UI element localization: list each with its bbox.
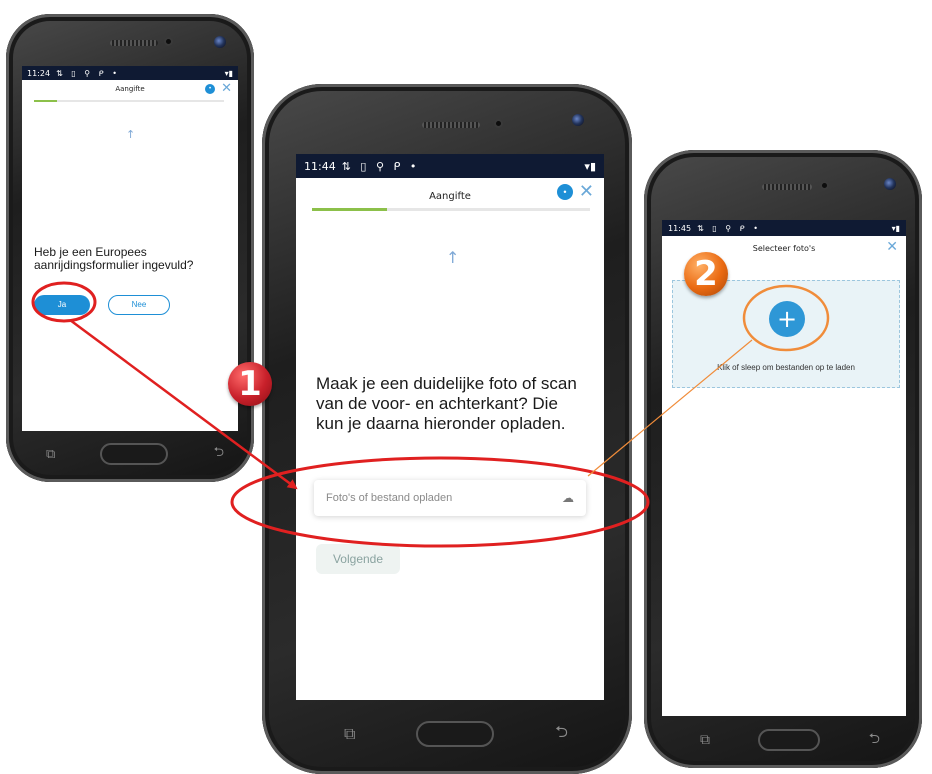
recents-icon[interactable]: ⧉	[46, 447, 55, 462]
home-button[interactable]	[758, 729, 821, 751]
arrow-up-icon: ↑	[446, 248, 460, 267]
status-icons: ⇅ ▯ ⚲ ᑭ •	[56, 68, 120, 78]
status-bar: 11:44 ⇅ ▯ ⚲ ᑭ • ▾▮	[296, 154, 604, 178]
signal-battery-icon: ▾▮	[584, 159, 596, 173]
phone-left: 11:24 ⇅ ▯ ⚲ ᑭ • ▾▮ Aangifte • ✕ ↑ Heb je…	[6, 14, 254, 482]
front-camera-icon	[214, 36, 226, 48]
chat-icon[interactable]: •	[205, 83, 216, 94]
cloud-upload-icon: ☁	[562, 491, 574, 505]
status-icons: ⇅ ▯ ⚲ ᑭ •	[341, 159, 420, 173]
front-sensor	[820, 181, 829, 190]
status-time: 11:24	[27, 68, 51, 78]
yes-button[interactable]: Ja	[34, 295, 90, 315]
arrow-up-icon: ↑	[126, 128, 136, 141]
front-camera-icon	[884, 178, 896, 190]
front-sensor	[164, 37, 173, 46]
upload-field[interactable]: Foto's of bestand opladen ☁	[314, 480, 586, 516]
phone-middle: 11:44 ⇅ ▯ ⚲ ᑭ • ▾▮ Aangifte • ✕ ↑ Maak j…	[262, 84, 632, 774]
back-icon[interactable]: ⮌	[555, 721, 568, 748]
home-button[interactable]	[416, 721, 495, 747]
status-icons: ⇅ ▯ ⚲ ᑭ •	[697, 223, 761, 233]
front-camera-icon	[572, 114, 584, 126]
chat-icon[interactable]: •	[556, 184, 573, 200]
status-time: 11:45	[668, 223, 692, 233]
status-bar: 11:24 ⇅ ▯ ⚲ ᑭ • ▾▮	[22, 66, 238, 80]
front-sensor	[494, 119, 503, 128]
progress-fill	[34, 100, 57, 102]
screen-2: 11:44 ⇅ ▯ ⚲ ᑭ • ▾▮ Aangifte • ✕ ↑ Maak j…	[296, 154, 604, 700]
earpiece-speaker	[762, 184, 812, 190]
dropzone-text: Klik of sleep om bestanden op te laden	[717, 363, 855, 372]
instruction-text: Maak je een duidelijke foto of scan van …	[316, 374, 577, 433]
close-icon[interactable]: ✕	[221, 82, 232, 95]
progress-bar	[312, 208, 590, 211]
back-icon[interactable]: ⮌	[869, 728, 880, 752]
no-button[interactable]: Nee	[108, 295, 170, 315]
back-icon[interactable]: ⮌	[214, 443, 224, 465]
step-2-badge: 2	[684, 252, 728, 296]
upload-placeholder: Foto's of bestand opladen	[326, 492, 453, 504]
signal-battery-icon: ▾▮	[891, 223, 900, 233]
screen-1: 11:24 ⇅ ▯ ⚲ ᑭ • ▾▮ Aangifte • ✕ ↑ Heb je…	[22, 66, 238, 431]
recents-icon[interactable]: ⧉	[700, 732, 710, 748]
close-icon[interactable]: ✕	[886, 240, 898, 254]
next-button[interactable]: Volgende	[316, 544, 400, 574]
home-button[interactable]	[100, 443, 169, 465]
page-title: Selecteer foto's	[752, 244, 816, 253]
progress-bar	[34, 100, 224, 102]
recents-icon[interactable]: ⧉	[344, 724, 355, 744]
photo-dropzone[interactable]: + Klik of sleep om bestanden op te laden	[672, 280, 900, 388]
nav-bar: ⧉ ⮌	[344, 720, 568, 748]
step-1-badge: 1	[228, 362, 272, 406]
nav-bar: ⧉ ⮌	[46, 442, 224, 466]
nav-bar: ⧉ ⮌	[700, 728, 880, 752]
earpiece-speaker	[110, 40, 158, 46]
progress-fill	[312, 208, 388, 211]
add-photo-button[interactable]: +	[769, 301, 805, 337]
earpiece-speaker	[422, 122, 480, 128]
status-bar: 11:45 ⇅ ▯ ⚲ ᑭ • ▾▮	[662, 220, 906, 236]
signal-battery-icon: ▾▮	[224, 68, 233, 78]
status-time: 11:44	[304, 159, 336, 173]
question-text: Heb je een Europees aanrijdingsformulier…	[34, 245, 194, 272]
close-icon[interactable]: ✕	[579, 183, 594, 201]
phone-right: 11:45 ⇅ ▯ ⚲ ᑭ • ▾▮ Selecteer foto's ✕ + …	[644, 150, 922, 768]
